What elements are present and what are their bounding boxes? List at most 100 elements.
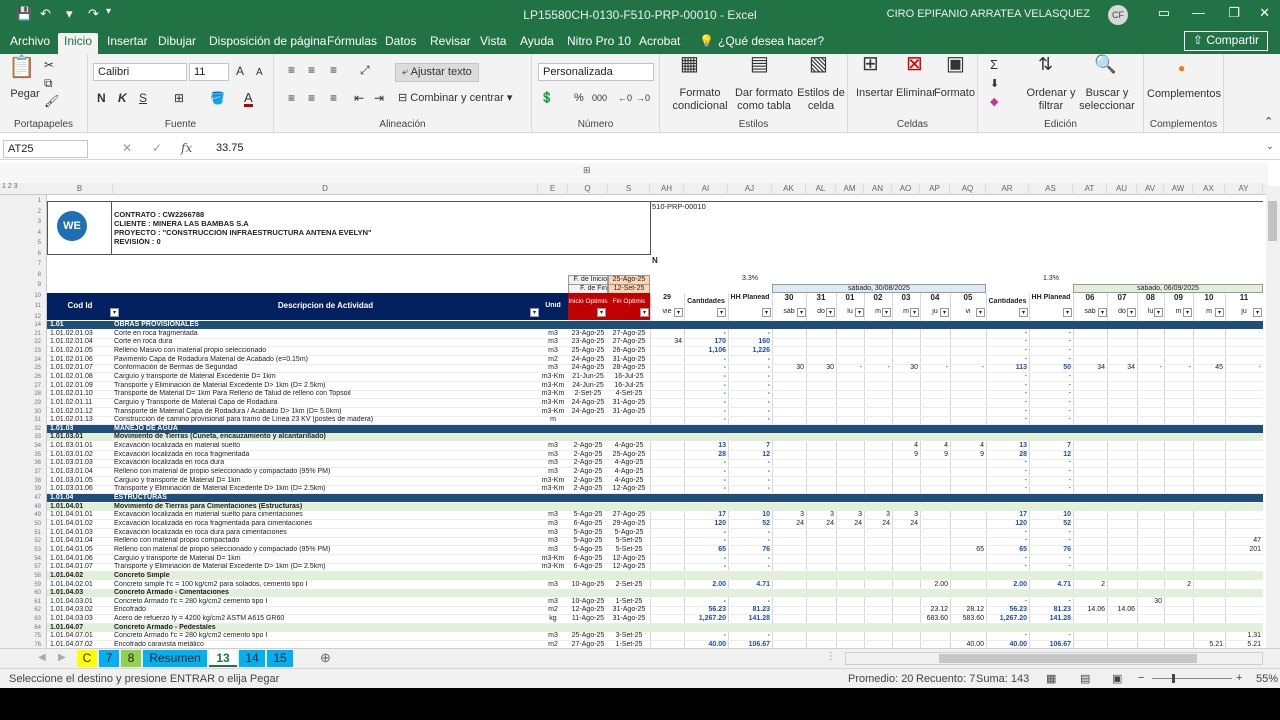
item-day-value[interactable]: 40.00 (950, 641, 984, 648)
item-unit[interactable]: m3 (538, 347, 568, 355)
item-hh-week[interactable]: - (1029, 347, 1071, 355)
item-unit[interactable]: m3-Km (538, 477, 568, 485)
indent-decrease-icon[interactable]: ⇤ (354, 92, 364, 105)
item-start[interactable]: 24-Ago-25 (568, 364, 608, 372)
item-description[interactable]: Excavación localizada en roca fragmentad… (114, 520, 536, 528)
item-description[interactable]: Concreto Armado f'c = 280 kg/cm2 cemento… (114, 632, 536, 640)
item-code[interactable]: 1.01.03.01.05 (50, 477, 112, 485)
row-header[interactable]: 49 (0, 511, 47, 519)
item-hh-week[interactable]: - (1029, 408, 1071, 416)
item-qty-week[interactable]: - (986, 373, 1027, 381)
item-hh[interactable]: 160 (728, 338, 770, 346)
item-description[interactable]: Carguío y transporte de Material Exceden… (114, 373, 536, 381)
item-start[interactable]: 2-Ago-25 (568, 468, 608, 476)
item-qty[interactable]: 28 (684, 451, 726, 459)
row-header[interactable]: 3 (0, 218, 47, 226)
maximize-icon[interactable]: ❐ (1228, 5, 1240, 21)
item-start[interactable]: 24-Jun-25 (568, 382, 608, 390)
item-day-value[interactable]: 30 (1137, 598, 1162, 606)
item-code[interactable]: 1.01.02.01.09 (50, 382, 112, 390)
sheet-tab-resumen[interactable]: Resumen (143, 650, 207, 667)
item-qty[interactable]: 56.23 (684, 606, 726, 614)
item-start[interactable]: 5-Ago-25 (568, 546, 608, 554)
row-header[interactable]: 27 (0, 382, 47, 390)
fill-color-icon[interactable]: 🪣 (210, 92, 225, 105)
item-unit[interactable]: m3-Km (538, 555, 568, 563)
item-qty-week[interactable]: - (986, 529, 1027, 537)
item-code[interactable]: 1.01.03.01.04 (50, 468, 112, 476)
row-header[interactable]: 7 (0, 260, 47, 268)
tab-split-icon[interactable]: ⋮ (826, 651, 836, 662)
column-header-aw[interactable]: AW (1164, 183, 1193, 195)
tab-inicio[interactable]: Inicio (58, 33, 99, 54)
filter-dropdown-icon[interactable]: ▾ (855, 308, 864, 317)
filter-dropdown-icon[interactable]: ▾ (674, 308, 683, 317)
item-description[interactable]: Relleno con material propio compactado (114, 537, 536, 545)
item-unit[interactable]: m3 (538, 330, 568, 338)
item-day-value[interactable]: 5.21 (1225, 641, 1261, 648)
item-code[interactable]: 1.01.04.01.06 (50, 555, 112, 563)
item-qty-week[interactable]: - (986, 408, 1027, 416)
enter-icon[interactable]: ✓ (152, 141, 162, 155)
column-header-ah[interactable]: AH (650, 183, 684, 195)
item-qty-week[interactable]: - (986, 485, 1027, 493)
item-qty[interactable]: - (684, 382, 726, 390)
item-day-value[interactable]: 2.00 (920, 581, 948, 589)
item-qty-week[interactable]: - (986, 598, 1027, 606)
row-header[interactable]: 59 (0, 581, 47, 589)
column-header-aj[interactable]: AJ (728, 183, 772, 195)
column-header-av[interactable]: AV (1137, 183, 1164, 195)
item-unit[interactable]: m2 (538, 356, 568, 364)
row-header[interactable]: 58 (0, 572, 47, 580)
item-hh[interactable]: 1,226 (728, 347, 770, 355)
underline-button[interactable]: S (139, 92, 147, 105)
item-start[interactable]: 27-Ago-25 (568, 641, 608, 648)
item-hh[interactable]: - (728, 408, 770, 416)
item-start[interactable]: 24-Ago-25 (568, 399, 608, 407)
item-qty[interactable]: 2.00 (684, 581, 726, 589)
tab-datos[interactable]: Datos (379, 33, 422, 54)
item-day-value[interactable]: 3 (836, 511, 862, 519)
item-description[interactable]: Relleno con material de propio seleccion… (114, 468, 536, 476)
item-day-value[interactable]: 583.60 (950, 615, 984, 623)
item-hh[interactable]: - (728, 330, 770, 338)
item-end[interactable]: 4-Ago-25 (608, 468, 650, 476)
item-day-value[interactable]: - (950, 364, 984, 372)
item-hh[interactable]: - (728, 373, 770, 381)
item-end[interactable]: 31-Ago-25 (608, 408, 650, 416)
row-header[interactable]: 57 (0, 563, 47, 571)
item-code[interactable]: 1.01.04.07.01 (50, 632, 112, 640)
shrink-font-icon[interactable]: A (256, 66, 263, 79)
item-hh-week[interactable]: - (1029, 390, 1071, 398)
item-code[interactable]: 1.01.04.03.01 (50, 598, 112, 606)
item-qty-week[interactable]: - (986, 356, 1027, 364)
item-hh[interactable]: - (728, 529, 770, 537)
item-day-value[interactable]: 28.12 (950, 606, 984, 614)
item-end[interactable]: 27-Ago-25 (608, 511, 650, 519)
status-sum[interactable]: Suma: 143 (976, 673, 1029, 685)
sheet-tab-14[interactable]: 14 (239, 650, 265, 667)
item-hh[interactable]: 52 (728, 520, 770, 528)
format-cells-button[interactable]: Formato (934, 87, 975, 100)
wrap-text-button[interactable]: ⤶ Ajustar texto (395, 63, 479, 82)
item-qty-week[interactable]: - (986, 390, 1027, 398)
align-top-icon[interactable]: ≡ (288, 64, 295, 77)
item-description[interactable]: Transporte y Eliminación de Material Exc… (114, 382, 536, 390)
item-start[interactable]: 6-Ago-25 (568, 555, 608, 563)
item-hh-week[interactable]: - (1029, 598, 1071, 606)
item-day-value[interactable]: - (836, 364, 862, 372)
row-header[interactable]: 64 (0, 624, 47, 632)
item-start[interactable]: 24-Ago-25 (568, 408, 608, 416)
row-header[interactable]: 54 (0, 555, 47, 563)
item-end[interactable]: 4-Ago-25 (608, 459, 650, 467)
item-code[interactable]: 1.01.04.01.04 (50, 537, 112, 545)
item-unit[interactable]: m3-Km (538, 390, 568, 398)
item-unit[interactable]: m3-Km (538, 382, 568, 390)
item-hh[interactable]: - (728, 485, 770, 493)
item-hh-week[interactable]: - (1029, 632, 1071, 640)
item-hh-week[interactable]: - (1029, 416, 1071, 424)
item-code[interactable]: 1.01.04.01.05 (50, 546, 112, 554)
column-header-an[interactable]: AN (864, 183, 892, 195)
item-hh[interactable]: - (728, 390, 770, 398)
row-header[interactable]: 36 (0, 459, 47, 467)
